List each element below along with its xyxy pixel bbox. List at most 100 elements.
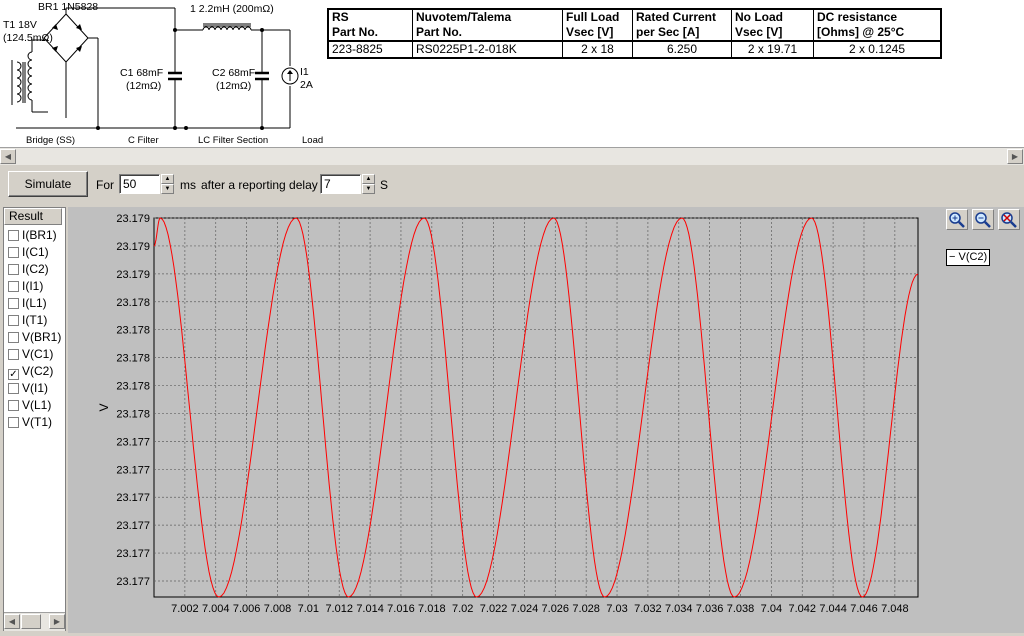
- result-item-label: I(C2): [22, 262, 49, 276]
- result-item-label: V(I1): [22, 381, 49, 395]
- result-item[interactable]: V(I1): [8, 381, 48, 398]
- list-scrollbar[interactable]: ◀ ▶: [4, 612, 65, 631]
- x-tick-label: 7.028: [572, 603, 600, 615]
- zoom-out-icon[interactable]: [972, 209, 994, 230]
- x-tick-label: 7.026: [542, 603, 570, 615]
- y-tick-label: 23.178: [116, 325, 150, 337]
- y-tick-label: 23.177: [116, 520, 150, 532]
- spin-down-icon[interactable]: ▼: [161, 184, 174, 194]
- s-label: S: [380, 178, 389, 192]
- scroll-left-icon[interactable]: ◀: [0, 149, 16, 164]
- c1-label: C1 68mF: [120, 67, 164, 79]
- scroll-right-icon[interactable]: ▶: [49, 614, 65, 629]
- zoom-in-icon[interactable]: [946, 209, 968, 230]
- chart-legend: − V(C2): [946, 249, 990, 266]
- section-bridge-label: Bridge (SS): [26, 135, 76, 146]
- simulate-button[interactable]: Simulate: [8, 171, 88, 197]
- delay-input[interactable]: 7: [320, 174, 361, 194]
- y-tick-label: 23.177: [116, 548, 150, 560]
- c1-res-label: (12mΩ): [126, 80, 162, 92]
- result-item[interactable]: I(I1): [8, 279, 43, 296]
- x-tick-label: 7.04: [761, 603, 782, 615]
- result-item[interactable]: V(BR1): [8, 330, 61, 347]
- checkbox-checked-icon[interactable]: ✓: [8, 369, 19, 380]
- spin-up-icon[interactable]: ▲: [161, 174, 174, 184]
- checkbox-icon[interactable]: [8, 315, 19, 326]
- x-tick-label: 7.044: [819, 603, 847, 615]
- spec-header-l2: Vsec [V]: [566, 25, 614, 39]
- checkbox-icon[interactable]: [8, 230, 19, 241]
- y-tick-label: 23.178: [116, 408, 150, 420]
- spec-header-l1: No Load: [735, 10, 783, 24]
- y-tick-label: 23.177: [116, 492, 150, 504]
- chart-panel: 23.179 23.179 23.179 23.178 23.178 23.178 23.1…: [68, 207, 1024, 633]
- x-tick-label: 7.006: [233, 603, 261, 615]
- duration-spinner[interactable]: ▲ ▼: [161, 174, 174, 194]
- result-item-label: V(C2): [22, 364, 54, 378]
- delay-spinner[interactable]: ▲ ▼: [362, 174, 375, 194]
- plot-area: [153, 217, 919, 598]
- spin-up-icon[interactable]: ▲: [362, 174, 375, 184]
- x-tick-label: 7.004: [202, 603, 230, 615]
- checkbox-icon[interactable]: [8, 400, 19, 411]
- transformer-spec-table: RS Part No. Nuvotem/Talema Part No. Full L…: [327, 8, 942, 59]
- spec-header-l1: Rated Current: [636, 10, 717, 24]
- x-tick-label: 7.024: [511, 603, 539, 615]
- y-tick-label: 23.178: [116, 381, 150, 393]
- checkbox-icon[interactable]: [8, 417, 19, 428]
- y-tick-label: 23.177: [116, 464, 150, 476]
- x-tick-label: 7.042: [788, 603, 816, 615]
- x-tick-label: 7.008: [264, 603, 292, 615]
- schematic-panel: BR1 1N5828 1 2.2mH (200mΩ) T1 18V (124.5…: [0, 0, 1024, 147]
- result-list: Result I(BR1) I(C1) I(C2) I(I1) I(L1) I(T1) V(…: [3, 207, 66, 631]
- inductor-label: 1 2.2mH (200mΩ): [190, 3, 274, 15]
- y-axis-label: V: [97, 403, 111, 411]
- x-tick-label: 7.034: [665, 603, 693, 615]
- checkbox-icon[interactable]: [8, 264, 19, 275]
- checkbox-icon[interactable]: [8, 332, 19, 343]
- horizontal-scrollbar[interactable]: ◀ ▶: [0, 147, 1024, 165]
- x-tick-label: 7.002: [171, 603, 199, 615]
- scroll-right-icon[interactable]: ▶: [1007, 149, 1023, 164]
- result-item[interactable]: I(C2): [8, 262, 49, 279]
- y-tick-label: 23.179: [116, 213, 150, 225]
- c2-res-label: (12mΩ): [216, 80, 252, 92]
- result-item[interactable]: I(T1): [8, 313, 47, 330]
- result-header[interactable]: Result: [4, 208, 62, 225]
- y-tick-label: 23.179: [116, 269, 150, 281]
- result-item[interactable]: I(BR1): [8, 228, 57, 245]
- y-tick-label: 23.177: [116, 436, 150, 448]
- voltage-chart: 23.179 23.179 23.179 23.178 23.178 23.178 23.1…: [97, 213, 919, 615]
- result-item[interactable]: V(T1): [8, 415, 52, 432]
- x-tick-label: 7.016: [387, 603, 415, 615]
- x-tick-label: 7.022: [480, 603, 508, 615]
- checkbox-icon[interactable]: [8, 298, 19, 309]
- scroll-thumb[interactable]: [21, 614, 41, 629]
- result-item[interactable]: V(L1): [8, 398, 51, 415]
- checkbox-icon[interactable]: [8, 247, 19, 258]
- result-item-label: V(C1): [22, 347, 54, 361]
- x-tick-label: 7.03: [606, 603, 627, 615]
- spec-header-l1: Full Load: [566, 10, 620, 24]
- transformer-label: T1 18V: [3, 19, 37, 31]
- spec-cell: RS0225P1-2-018K: [412, 40, 563, 59]
- spin-down-icon[interactable]: ▼: [362, 184, 375, 194]
- checkbox-icon[interactable]: [8, 281, 19, 292]
- x-tick-label: 7.012: [325, 603, 353, 615]
- spec-header-row: RS Part No. Nuvotem/Talema Part No. Full L…: [327, 8, 942, 42]
- spec-header-l1: DC resistance: [817, 10, 898, 24]
- checkbox-icon[interactable]: [8, 349, 19, 360]
- result-item[interactable]: V(C1): [8, 347, 53, 364]
- result-item-label: I(I1): [22, 279, 44, 293]
- result-item-label: I(L1): [22, 296, 47, 310]
- spec-value-row: 223-8825 RS0225P1-2-018K 2 x 18 6.250 2 …: [327, 40, 942, 59]
- result-item[interactable]: I(C1): [8, 245, 49, 262]
- result-item[interactable]: ✓ V(C2): [8, 364, 53, 381]
- scroll-left-icon[interactable]: ◀: [4, 614, 20, 629]
- duration-input[interactable]: 50: [119, 174, 160, 194]
- checkbox-icon[interactable]: [8, 383, 19, 394]
- result-item-label: I(BR1): [22, 228, 57, 242]
- spec-cell: 223-8825: [327, 40, 413, 59]
- result-item[interactable]: I(L1): [8, 296, 47, 313]
- zoom-reset-icon[interactable]: [998, 209, 1020, 230]
